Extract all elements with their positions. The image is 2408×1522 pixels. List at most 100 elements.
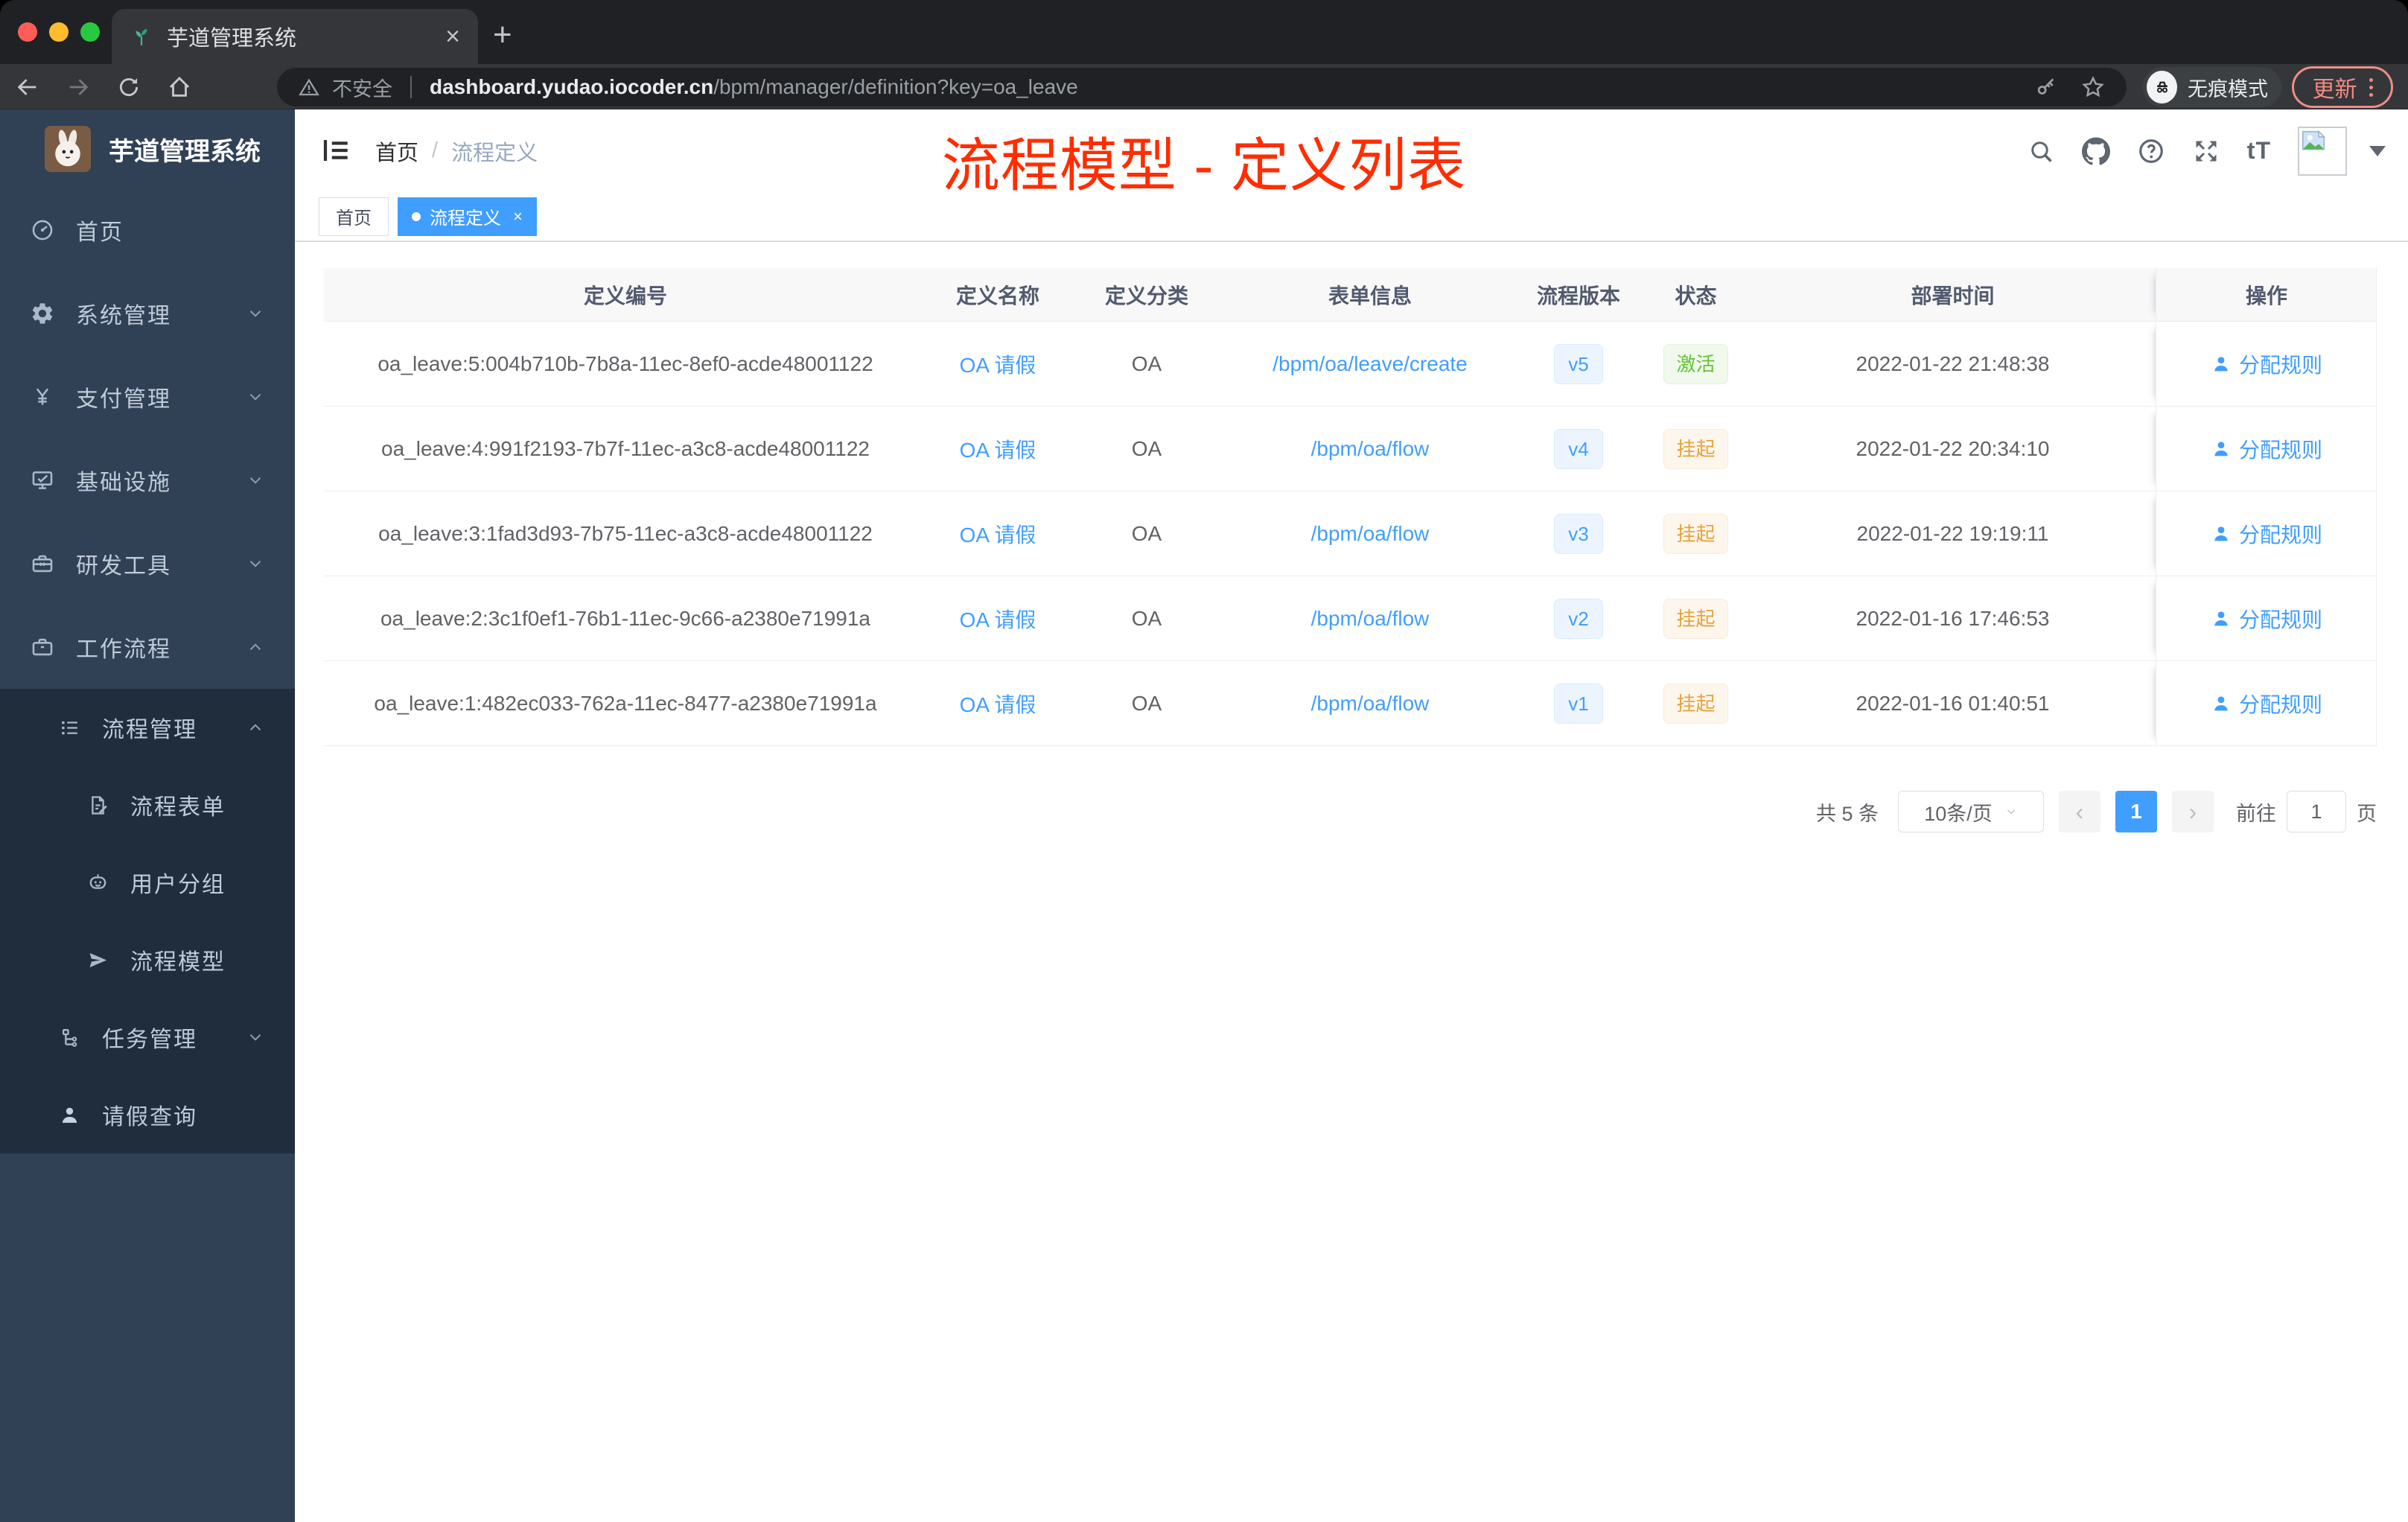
version-badge[interactable]: v3 (1554, 513, 1603, 554)
font-size-icon[interactable]: tT (2247, 137, 2271, 165)
prev-page-button[interactable]: ‹ (2059, 791, 2100, 832)
assign-rule-button[interactable]: 分配规则 (2211, 604, 2322, 634)
sidebar-item-system[interactable]: 系统管理 (0, 272, 295, 355)
window-close-button[interactable] (18, 22, 37, 42)
current-page-button[interactable]: 1 (2115, 791, 2157, 832)
reload-icon[interactable] (113, 71, 144, 103)
logo-avatar (45, 126, 91, 172)
forward-icon[interactable] (63, 71, 94, 103)
password-key-icon[interactable] (2034, 75, 2058, 99)
chevron-down-icon (249, 1034, 261, 1041)
active-tag-label: 流程定义 (430, 208, 501, 229)
update-label: 更新 (2312, 77, 2357, 102)
assign-rule-button[interactable]: 分配规则 (2211, 349, 2322, 379)
browser-tab[interactable]: 芋道管理系统 × (112, 9, 478, 64)
fullscreen-icon[interactable] (2192, 137, 2220, 165)
new-tab-button[interactable]: + (493, 16, 512, 54)
assign-rule-button[interactable]: 分配规则 (2211, 434, 2322, 464)
sidebar-collapse-icon[interactable] (320, 135, 351, 166)
form-link[interactable]: /bpm/oa/flow (1311, 692, 1430, 716)
avatar[interactable] (2298, 126, 2347, 176)
browser-update-button[interactable]: 更新 (2292, 66, 2393, 108)
breadcrumb: 首页 / 流程定义 (375, 109, 538, 192)
screen: 芋道管理系统 × + 不安全 dashboard.yudao.iocoder.c… (0, 0, 2408, 1522)
cell-deploy-time: 2022-01-16 17:46:53 (1856, 606, 2050, 630)
sidebar-item-process-management[interactable]: 流程管理 (0, 689, 295, 766)
gear-icon (32, 303, 53, 324)
breadcrumb-home[interactable]: 首页 (375, 136, 418, 167)
form-link[interactable]: /bpm/oa/flow (1311, 437, 1430, 461)
table-row: oa_leave:2:3c1f0ef1-76b1-11ec-9c66-a2380… (324, 576, 2376, 661)
tag-process-definition[interactable]: 流程定义 × (398, 197, 537, 236)
version-badge[interactable]: v5 (1554, 343, 1603, 384)
tag-home[interactable]: 首页 (319, 197, 389, 236)
window-zoom-button[interactable] (80, 22, 100, 42)
back-icon[interactable] (12, 71, 43, 103)
app-title: 芋道管理系统 (109, 137, 261, 166)
cell-definition-id: oa_leave:3:1fad3d93-7b75-11ec-a3c8-acde4… (378, 521, 873, 545)
tag-close-icon[interactable]: × (513, 207, 523, 226)
tab-close-icon[interactable]: × (445, 24, 460, 49)
cell-category: OA (1131, 606, 1162, 630)
cell-definition-id: oa_leave:4:991f2193-7b7f-11ec-a3c8-acde4… (381, 436, 870, 460)
definition-name-link[interactable]: OA 请假 (960, 434, 1036, 464)
briefcase-icon (32, 638, 53, 656)
version-badge[interactable]: v1 (1554, 683, 1603, 724)
sidebar-item-workflow[interactable]: 工作流程 (0, 605, 295, 689)
form-icon (92, 795, 107, 815)
url-bar[interactable]: 不安全 dashboard.yudao.iocoder.cn/bpm/manag… (277, 68, 2127, 106)
sidebar-item-payment[interactable]: 支付管理 (0, 355, 295, 439)
definition-name-link[interactable]: OA 请假 (960, 604, 1036, 634)
sidebar-item-user-group[interactable]: 用户分组 (0, 844, 295, 921)
home-icon[interactable] (164, 71, 195, 103)
sidebar-workflow-submenu: 流程管理 流程表单 用户分组 流程模型 任务管理 请假查询 (0, 689, 295, 1153)
column-header: 表单信息 (1328, 284, 1412, 308)
github-icon[interactable] (2081, 136, 2110, 165)
form-link[interactable]: /bpm/oa/leave/create (1273, 352, 1468, 376)
definition-name-link[interactable]: OA 请假 (960, 349, 1036, 379)
help-icon[interactable] (2137, 137, 2165, 165)
url-divider (410, 76, 412, 98)
version-badge[interactable]: v4 (1554, 428, 1603, 469)
paper-plane-icon (89, 952, 107, 967)
definition-name-link[interactable]: OA 请假 (960, 689, 1036, 719)
goto-page-input[interactable]: 1 (2287, 791, 2346, 832)
browser-tab-bar: 芋道管理系统 × + (0, 0, 2408, 64)
breadcrumb-current: 流程定义 (451, 141, 538, 165)
sidebar-item-leave-query[interactable]: 请假查询 (0, 1076, 295, 1153)
sidebar-item-process-model[interactable]: 流程模型 (0, 921, 295, 999)
version-badge[interactable]: v2 (1554, 598, 1603, 639)
sidebar-item-home[interactable]: 首页 (0, 188, 295, 272)
chevron-down-icon (249, 477, 261, 484)
next-page-button[interactable]: › (2172, 791, 2214, 832)
status-badge: 激活 (1663, 343, 1728, 384)
person-icon (2214, 441, 2228, 456)
table-row: oa_leave:4:991f2193-7b7f-11ec-a3c8-acde4… (324, 407, 2376, 491)
page-size-select[interactable]: 10条/页 (1898, 791, 2044, 832)
sidebar-item-task-management[interactable]: 任务管理 (0, 999, 295, 1076)
browser-menu-icon[interactable] (2369, 77, 2373, 97)
sidebar-item-infrastructure[interactable]: 基础设施 (0, 439, 295, 522)
assign-rule-button[interactable]: 分配规则 (2211, 519, 2322, 549)
sidebar-item-process-form[interactable]: 流程表单 (0, 766, 295, 844)
monitor-icon (32, 471, 53, 489)
security-label: 不安全 (332, 77, 392, 101)
person-icon (2214, 356, 2228, 371)
form-link[interactable]: /bpm/oa/flow (1311, 522, 1430, 546)
assign-rule-button[interactable]: 分配规则 (2211, 689, 2322, 719)
search-icon[interactable] (2027, 137, 2055, 165)
window-minimize-button[interactable] (49, 22, 69, 42)
avatar-dropdown-icon[interactable] (2369, 145, 2386, 156)
table-row: oa_leave:5:004b710b-7b8a-11ec-8ef0-acde4… (324, 322, 2376, 407)
bookmark-star-icon[interactable] (2080, 74, 2106, 100)
yen-icon (36, 388, 49, 405)
active-tag-dot (412, 211, 421, 221)
pagination: 共 5 条 10条/页 ‹ 1 › 前往 1 页 (1816, 791, 2377, 832)
form-link[interactable]: /bpm/oa/flow (1311, 607, 1430, 631)
sidebar-item-devtools[interactable]: 研发工具 (0, 522, 295, 605)
page-unit-label: 页 (2357, 802, 2377, 825)
chevron-down-icon (249, 394, 261, 401)
incognito-label: 无痕模式 (2188, 77, 2268, 101)
definition-name-link[interactable]: OA 请假 (960, 519, 1036, 549)
cell-deploy-time: 2022-01-22 20:34:10 (1856, 436, 2050, 460)
